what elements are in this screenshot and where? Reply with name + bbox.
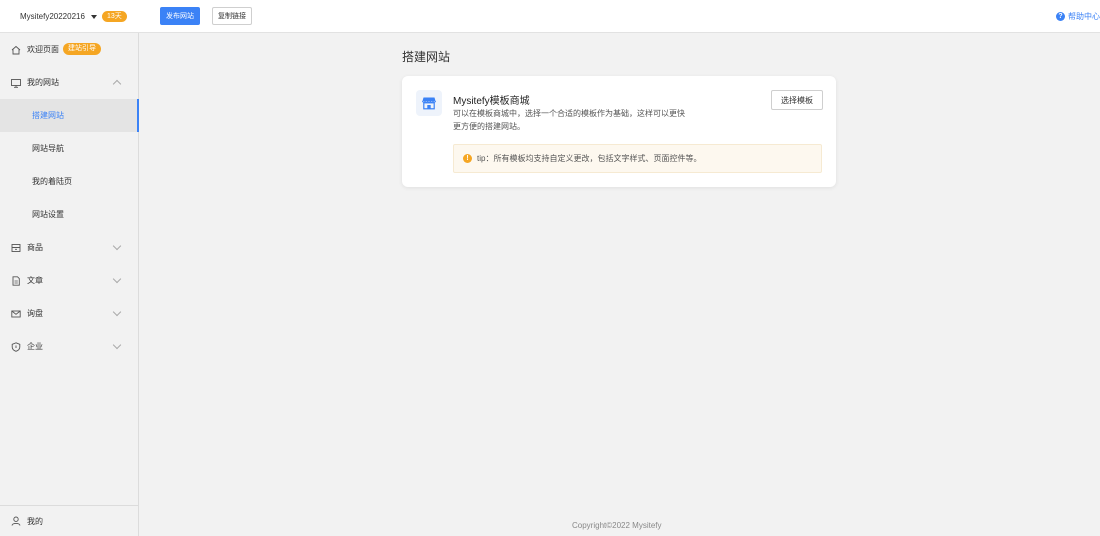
site-guide-badge[interactable]: 建站引导 xyxy=(63,43,101,55)
help-center-link[interactable]: ? 帮助中心 xyxy=(1056,11,1100,22)
tip-banner: ! tip：所有模板均支持自定义更改，包括文字样式、页面控件等。 xyxy=(453,144,822,173)
footer-copyright: Copyright©2022 Mysitefy xyxy=(572,521,662,530)
chevron-down-icon xyxy=(112,307,122,317)
user-icon xyxy=(11,516,21,526)
help-center-label: 帮助中心 xyxy=(1068,12,1100,21)
chevron-down-icon xyxy=(112,340,122,350)
select-template-button[interactable]: 选择模板 xyxy=(771,90,823,110)
monitor-icon xyxy=(11,78,21,88)
sidebar-subitem-site-navigation[interactable]: 网站导航 xyxy=(0,132,139,165)
document-icon xyxy=(11,275,21,286)
question-circle-icon: ? xyxy=(1056,12,1065,21)
warning-circle-icon: ! xyxy=(463,154,472,163)
sidebar-item-goods[interactable]: 商品 xyxy=(0,231,139,264)
sidebar-item-label: 文章 xyxy=(27,276,43,285)
sidebar-item-label: 欢迎页面 xyxy=(27,45,59,54)
sidebar-subitem-site-settings[interactable]: 网站设置 xyxy=(0,198,139,231)
mail-icon xyxy=(11,309,21,319)
top-bar: Mysitefy20220216 13天 发布网站 复制链接 ? 帮助中心 xyxy=(0,0,1100,33)
sidebar-item-label: 我的 xyxy=(27,516,43,526)
sidebar-item-label: 询盘 xyxy=(27,309,43,318)
sidebar-item-welcome[interactable]: 欢迎页面 建站引导 xyxy=(0,33,139,66)
template-store-card: Mysitefy模板商城 可以在模板商城中，选择一个合适的模板作为基础，这样可以… xyxy=(402,76,836,187)
sidebar-item-inquiry[interactable]: 询盘 xyxy=(0,297,139,330)
tip-text: tip：所有模板均支持自定义更改，包括文字样式、页面控件等。 xyxy=(477,154,702,163)
sidebar-subitem-label: 网站设置 xyxy=(32,210,64,219)
sidebar-subitem-label: 我的着陆页 xyxy=(32,177,72,186)
chevron-up-icon xyxy=(112,79,122,89)
sidebar-item-articles[interactable]: 文章 xyxy=(0,264,139,297)
sidebar-subitem-label: 搭建网站 xyxy=(32,111,64,120)
sidebar-item-me[interactable]: 我的 xyxy=(0,506,139,536)
caret-down-icon xyxy=(90,14,97,19)
home-icon xyxy=(11,45,21,55)
sidebar-item-label: 企业 xyxy=(27,342,43,351)
sidebar-item-label: 我的网站 xyxy=(27,78,59,87)
store-icon xyxy=(416,90,442,116)
sidebar-item-label: 商品 xyxy=(27,243,43,252)
page-title: 搭建网站 xyxy=(402,50,451,64)
sidebar-subitem-landing-pages[interactable]: 我的着陆页 xyxy=(0,165,139,198)
card-title: Mysitefy模板商城 xyxy=(453,96,530,107)
goods-icon xyxy=(11,243,21,253)
sidebar: 欢迎页面 建站引导 我的网站 搭建网站 网站导航 我的着陆页 网站设置 商品 文… xyxy=(0,33,139,536)
chevron-down-icon xyxy=(112,241,122,251)
publish-site-button[interactable]: 发布网站 xyxy=(160,7,200,25)
sidebar-subitem-label: 网站导航 xyxy=(32,144,64,153)
site-name: Mysitefy20220216 xyxy=(20,12,85,21)
sidebar-item-my-site[interactable]: 我的网站 xyxy=(0,66,139,99)
chevron-down-icon xyxy=(112,274,122,284)
site-switcher[interactable]: Mysitefy20220216 13天 xyxy=(20,11,127,22)
sidebar-subitem-build-site[interactable]: 搭建网站 xyxy=(0,99,139,132)
shield-icon xyxy=(11,341,21,352)
days-remaining-badge: 13天 xyxy=(101,11,127,22)
copy-link-button[interactable]: 复制链接 xyxy=(212,7,252,25)
sidebar-item-company[interactable]: 企业 xyxy=(0,330,139,363)
card-description: 可以在模板商城中，选择一个合适的模板作为基础，这样可以更快更方便的搭建网站。 xyxy=(453,109,685,131)
